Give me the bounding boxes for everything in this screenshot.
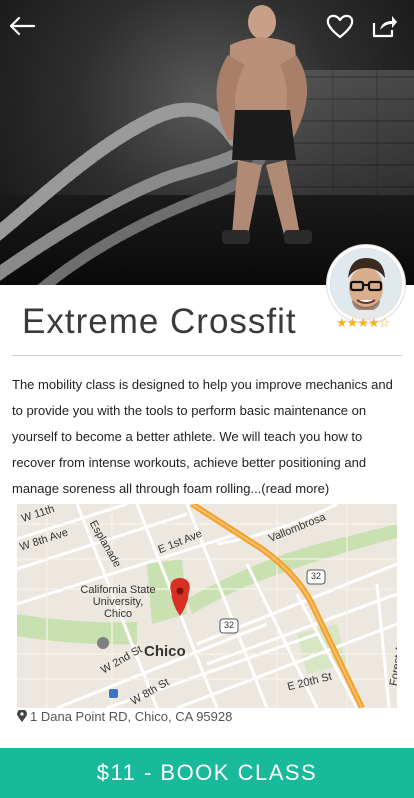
book-class-label: $11 - BOOK CLASS [96, 760, 318, 785]
map-pin-icon [17, 710, 27, 722]
share-icon [372, 16, 397, 38]
instructor-photo [330, 248, 402, 320]
book-class-button[interactable]: $11 - BOOK CLASS [0, 748, 414, 798]
address-text: 1 Dana Point RD, Chico, CA 95928 [30, 709, 233, 724]
star-icon-2: ★ [346, 316, 359, 331]
athlete-illustration [0, 5, 312, 285]
instructor-avatar[interactable] [327, 245, 405, 323]
star-outline-icon-5: ☆ [378, 316, 391, 331]
rating-stars: ★★★★☆ [336, 316, 391, 331]
city-label: Chico [144, 643, 186, 660]
hero-image [0, 0, 414, 285]
star-icon-3: ★ [357, 316, 369, 331]
heart-icon [326, 14, 354, 39]
share-button[interactable] [368, 10, 400, 42]
route-badge: 32 [311, 571, 322, 581]
arrow-left-icon [9, 16, 36, 36]
divider [12, 355, 402, 356]
star-icon-1: ★ [336, 316, 348, 331]
address-row[interactable]: 1 Dana Point RD, Chico, CA 95928 [17, 709, 232, 724]
university-label: California State University, Chico [80, 584, 156, 620]
favorite-button[interactable] [324, 10, 356, 42]
location-map[interactable]: W 11th W 8th Ave Esplanade E 1st Ave Val… [17, 504, 397, 708]
star-icon-4: ★ [367, 316, 380, 331]
class-title: Extreme Crossfit [22, 302, 297, 341]
route-badge: 32 [224, 620, 235, 630]
class-description[interactable]: The mobility class is designed to help y… [12, 372, 404, 502]
back-button[interactable] [6, 10, 38, 42]
